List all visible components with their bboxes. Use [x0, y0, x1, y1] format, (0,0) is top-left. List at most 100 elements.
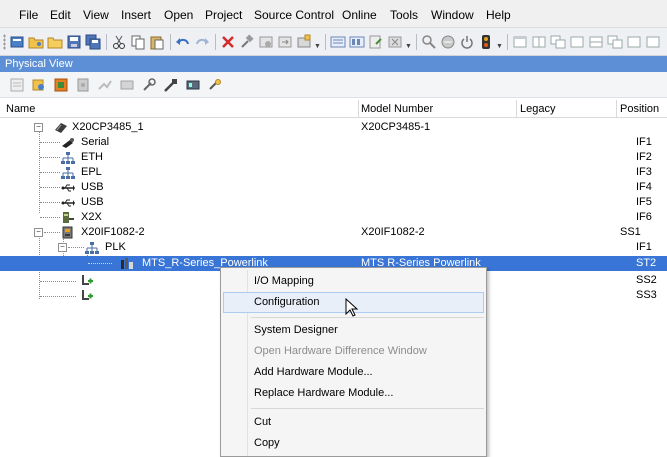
cut-icon[interactable] — [111, 34, 127, 50]
serial-port-icon — [62, 138, 74, 148]
view-icon[interactable] — [9, 77, 25, 93]
toolbar-separator — [507, 34, 508, 50]
collapse-icon[interactable]: − — [34, 228, 43, 237]
tree-row-epl[interactable]: EPL IF3 — [0, 165, 667, 180]
tree-row-eth[interactable]: ETH IF2 — [0, 150, 667, 165]
save-all-icon[interactable] — [85, 34, 101, 50]
empty-slot-icon — [82, 290, 93, 300]
power-icon[interactable] — [459, 34, 475, 50]
new-project-icon[interactable] — [9, 34, 25, 50]
menu-bar: File Edit View Insert Open Project Sourc… — [0, 0, 667, 28]
tree-row-x20cp3485-1[interactable]: − X20CP3485_1 X20CP3485-1 — [0, 120, 667, 135]
redo-icon[interactable] — [194, 34, 210, 50]
ethernet-icon — [61, 152, 75, 164]
menu-tools[interactable]: Tools — [390, 8, 418, 22]
toolbar-grip[interactable] — [3, 34, 6, 50]
column-divider[interactable] — [616, 100, 617, 118]
rebuild-icon[interactable] — [258, 34, 274, 50]
context-menu-item-label: System Designer — [254, 324, 338, 336]
copy-icon[interactable] — [130, 34, 146, 50]
stop-icon[interactable] — [478, 34, 494, 50]
tree-row-x2x[interactable]: X2X IF6 — [0, 210, 667, 225]
window-float-icon[interactable] — [550, 34, 566, 50]
delete-icon[interactable] — [220, 34, 236, 50]
menu-help[interactable]: Help — [486, 8, 511, 22]
column-legacy[interactable]: Legacy — [520, 103, 555, 115]
context-menu-cut[interactable]: Cut — [223, 412, 484, 433]
context-menu-system-designer[interactable]: System Designer — [223, 320, 484, 341]
configuration-icon[interactable] — [296, 34, 312, 50]
menu-open[interactable]: Open — [164, 8, 193, 22]
menu-project[interactable]: Project — [205, 8, 242, 22]
tree-node-position: IF5 — [636, 196, 652, 208]
window-icon[interactable] — [626, 34, 642, 50]
online-icon[interactable] — [440, 34, 456, 50]
window-split-icon[interactable] — [531, 34, 547, 50]
connection-icon[interactable] — [97, 77, 113, 93]
transfer-icon[interactable] — [277, 34, 293, 50]
search-icon[interactable] — [421, 34, 437, 50]
collapse-icon[interactable]: − — [58, 243, 67, 252]
chevron-down-icon[interactable]: ▼ — [314, 43, 321, 50]
collapse-icon[interactable]: − — [34, 123, 43, 132]
menu-file[interactable]: File — [19, 8, 38, 22]
column-position[interactable]: Position — [620, 103, 659, 115]
paste-icon[interactable] — [149, 34, 165, 50]
menu-window[interactable]: Window — [431, 8, 474, 22]
hardware-tree-icon[interactable] — [330, 34, 346, 50]
wrench-icon[interactable] — [163, 77, 179, 93]
column-divider[interactable] — [516, 100, 517, 118]
undo-icon[interactable] — [175, 34, 191, 50]
hardware-icon[interactable] — [185, 77, 201, 93]
menu-view[interactable]: View — [83, 8, 109, 22]
network-icon[interactable] — [119, 77, 135, 93]
context-menu-item-label: Open Hardware Difference Window — [254, 345, 427, 357]
context-menu-item-label: Configuration — [254, 296, 320, 308]
context-menu-item-label: Cut — [254, 416, 272, 428]
context-menu-add-hardware-module[interactable]: Add Hardware Module... — [223, 362, 484, 383]
usb-icon — [61, 199, 75, 207]
tree-row-serial[interactable]: Serial IF1 — [0, 135, 667, 150]
open-file-icon[interactable] — [47, 34, 63, 50]
module-icon[interactable] — [53, 77, 69, 93]
open-project-icon[interactable] — [28, 34, 44, 50]
column-name[interactable]: Name — [6, 103, 35, 115]
chevron-down-icon[interactable]: ▼ — [405, 43, 412, 50]
context-menu-copy[interactable]: Copy — [223, 433, 484, 454]
menu-source-control[interactable]: Source Control — [254, 8, 334, 22]
context-menu-open-hardware-difference-window: Open Hardware Difference Window — [223, 341, 484, 362]
export-icon[interactable] — [368, 34, 384, 50]
tree-row-plk[interactable]: − PLK IF1 — [0, 240, 667, 255]
system-designer-icon[interactable] — [349, 34, 365, 50]
tree-node-name: USB — [81, 181, 104, 193]
context-menu-io-mapping[interactable]: I/O Mapping — [223, 271, 484, 292]
window-split-icon[interactable] — [588, 34, 604, 50]
tree-node-name: X20IF1082-2 — [81, 226, 145, 238]
chevron-down-icon[interactable]: ▼ — [496, 43, 503, 50]
tree-node-position: IF1 — [636, 241, 652, 253]
menu-online[interactable]: Online — [342, 8, 377, 22]
menu-edit[interactable]: Edit — [50, 8, 71, 22]
probe-icon[interactable] — [141, 77, 157, 93]
save-icon[interactable] — [66, 34, 82, 50]
settings-icon[interactable] — [207, 77, 223, 93]
panel-toolbar — [0, 72, 667, 98]
column-divider[interactable] — [358, 100, 359, 118]
tools-icon[interactable] — [387, 34, 403, 50]
search-tree-icon[interactable] — [31, 77, 47, 93]
tree-row-usb[interactable]: USB IF4 — [0, 180, 667, 195]
tree-row-x20if1082-2[interactable]: − X20IF1082-2 X20IF1082-2 SS1 — [0, 225, 667, 240]
menu-insert[interactable]: Insert — [121, 8, 151, 22]
powerlink-icon — [85, 242, 99, 254]
window-icon[interactable] — [512, 34, 528, 50]
window-icon[interactable] — [569, 34, 585, 50]
build-icon[interactable] — [239, 34, 255, 50]
context-menu-item-label: Replace Hardware Module... — [254, 387, 394, 399]
column-model-number[interactable]: Model Number — [361, 103, 433, 115]
window-icon[interactable] — [645, 34, 661, 50]
window-float-icon[interactable] — [607, 34, 623, 50]
tree-row-usb[interactable]: USB IF5 — [0, 195, 667, 210]
x2x-bus-icon — [63, 212, 74, 223]
context-menu-replace-hardware-module[interactable]: Replace Hardware Module... — [223, 383, 484, 404]
filter-icon[interactable] — [75, 77, 91, 93]
